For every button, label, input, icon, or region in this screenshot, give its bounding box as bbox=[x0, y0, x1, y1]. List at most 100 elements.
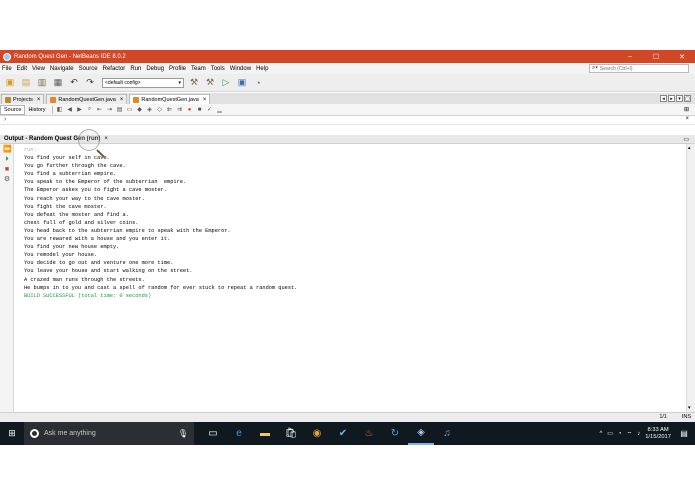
media-app-icon[interactable]: ♫ bbox=[434, 422, 460, 445]
build-hammer-icon[interactable]: ⚒ bbox=[188, 77, 200, 89]
shift-left-icon[interactable]: ⇇ bbox=[166, 106, 174, 114]
menu-refactor[interactable]: Refactor bbox=[103, 66, 126, 72]
comment-icon[interactable]: ✓ bbox=[206, 106, 214, 114]
output-line: He bumps in to you and cast a spell of r… bbox=[24, 284, 298, 291]
stop-macro-icon[interactable]: ■ bbox=[196, 106, 204, 114]
clean-build-icon[interactable]: ⚒ bbox=[204, 77, 216, 89]
menu-navigate[interactable]: Navigate bbox=[50, 66, 74, 72]
menu-edit[interactable]: Edit bbox=[17, 66, 27, 72]
split-editor-icon[interactable]: ⊞ bbox=[684, 106, 689, 113]
close-icon[interactable]: × bbox=[203, 97, 207, 103]
volume-icon[interactable]: ♪ bbox=[637, 431, 640, 437]
redo-icon[interactable]: ↷ bbox=[84, 77, 96, 89]
close-icon[interactable]: × bbox=[685, 116, 689, 122]
new-project-icon[interactable]: ▤ bbox=[20, 77, 32, 89]
close-icon[interactable]: × bbox=[104, 136, 108, 142]
shift-right-icon[interactable]: ⇉ bbox=[176, 106, 184, 114]
undo-icon[interactable]: ↶ bbox=[68, 77, 80, 89]
show-opened-documents-icon[interactable]: ▾ bbox=[676, 95, 683, 102]
chrome-icon[interactable]: ◉ bbox=[304, 422, 330, 445]
last-edit-icon[interactable]: ◧ bbox=[56, 106, 64, 114]
close-icon[interactable]: × bbox=[37, 97, 41, 103]
action-center-icon[interactable]: ▤ bbox=[677, 429, 691, 438]
back-icon[interactable]: ◀ bbox=[66, 106, 74, 114]
new-file-icon[interactable]: ▣ bbox=[4, 77, 16, 89]
find-previous-icon[interactable]: ⇤ bbox=[96, 106, 104, 114]
forward-icon[interactable]: ▶ bbox=[76, 106, 84, 114]
scroll-up-icon[interactable]: ▴ bbox=[688, 145, 691, 151]
wifi-icon[interactable]: ⌔ bbox=[627, 430, 633, 438]
restore-window-icon[interactable]: ▢ bbox=[684, 95, 691, 102]
ide-search-input[interactable] bbox=[599, 65, 680, 72]
output-line: You fight the cave moster. bbox=[24, 203, 107, 210]
task-view-icon[interactable]: ▭ bbox=[200, 422, 226, 445]
menu-team[interactable]: Team bbox=[191, 66, 206, 72]
navigation-bar: › × bbox=[0, 116, 695, 125]
scroll-right-icon[interactable]: ▸ bbox=[668, 95, 675, 102]
minimize-window-icon[interactable]: ▭ bbox=[683, 136, 689, 143]
menu-profile[interactable]: Profile bbox=[169, 66, 186, 72]
next-bookmark-icon[interactable]: ◈ bbox=[146, 106, 154, 114]
menu-debug[interactable]: Debug bbox=[146, 66, 164, 72]
java-app-icon[interactable]: ♨ bbox=[356, 422, 382, 445]
toggle-rectangular-icon[interactable]: ▭ bbox=[126, 106, 134, 114]
close-button[interactable]: ✕ bbox=[669, 50, 695, 63]
ide-search-box[interactable]: ⌕▾ bbox=[589, 64, 689, 73]
insert-mode[interactable]: INS bbox=[682, 414, 691, 420]
network-icon[interactable]: ◔ bbox=[618, 431, 622, 437]
profile-project-icon[interactable]: ◔ bbox=[252, 77, 264, 89]
cortana-search-box[interactable]: Ask me anything 🎙 bbox=[24, 422, 194, 445]
microphone-icon[interactable]: 🎙 bbox=[178, 429, 188, 438]
previous-bookmark-icon[interactable]: ◆ bbox=[136, 106, 144, 114]
chevron-right-icon[interactable]: › bbox=[4, 116, 6, 123]
stop-icon[interactable]: ■ bbox=[3, 166, 11, 174]
refresh-app-icon[interactable]: ↻ bbox=[382, 422, 408, 445]
scroll-down-icon[interactable]: ▾ bbox=[688, 405, 691, 411]
window-title: Random Quest Gen - NetBeans IDE 8.0.2 bbox=[14, 53, 126, 60]
settings-icon[interactable]: ⚙ bbox=[3, 176, 11, 184]
windows-start-icon[interactable]: ⊞ bbox=[0, 422, 24, 445]
tab-randomquestgen-2[interactable]: RandomQuestGen.java × bbox=[129, 94, 211, 104]
output-console[interactable]: run: You find your self in cave. You go … bbox=[14, 144, 681, 412]
history-toggle[interactable]: History bbox=[25, 105, 48, 115]
open-project-icon[interactable]: ▥ bbox=[36, 77, 48, 89]
store-icon[interactable]: 🛍 bbox=[278, 422, 304, 445]
cortana-icon bbox=[30, 429, 39, 438]
tab-randomquestgen-1[interactable]: RandomQuestGen.java × bbox=[46, 94, 128, 104]
output-line: You head back to the subterrian empire t… bbox=[24, 227, 231, 234]
menu-help[interactable]: Help bbox=[256, 66, 268, 72]
minimize-button[interactable]: – bbox=[617, 50, 643, 63]
run-project-icon[interactable]: ▷ bbox=[220, 77, 232, 89]
find-next-icon[interactable]: ⇥ bbox=[106, 106, 114, 114]
separator bbox=[51, 105, 53, 114]
menu-view[interactable]: View bbox=[32, 66, 45, 72]
maximize-button[interactable]: ☐ bbox=[643, 50, 669, 63]
close-icon[interactable]: × bbox=[120, 97, 124, 103]
show-hidden-icons[interactable]: ^ bbox=[599, 431, 602, 437]
uncomment-icon[interactable]: ▁ bbox=[216, 106, 224, 114]
tab-projects[interactable]: Projects × bbox=[1, 94, 45, 104]
rerun-icon[interactable]: ⏩ bbox=[3, 146, 12, 154]
debug-project-icon[interactable]: ▣ bbox=[236, 77, 248, 89]
menu-tools[interactable]: Tools bbox=[211, 66, 225, 72]
start-macro-icon[interactable]: ● bbox=[186, 106, 194, 114]
app-icon[interactable]: ✔ bbox=[330, 422, 356, 445]
menu-run[interactable]: Run bbox=[130, 66, 141, 72]
output-scrollbar[interactable]: ▴ ▾ bbox=[686, 144, 695, 412]
toggle-bookmark-icon[interactable]: ◇ bbox=[156, 106, 164, 114]
save-all-icon[interactable]: ▦ bbox=[52, 77, 64, 89]
file-explorer-icon[interactable]: ▬ bbox=[252, 422, 278, 445]
menu-file[interactable]: File bbox=[2, 66, 12, 72]
menu-source[interactable]: Source bbox=[79, 66, 98, 72]
battery-icon[interactable]: ▭ bbox=[607, 430, 613, 437]
netbeans-taskbar-icon[interactable]: ◈ bbox=[408, 422, 434, 445]
menu-window[interactable]: Window bbox=[230, 66, 251, 72]
configuration-select[interactable]: <default config> ▾ bbox=[102, 77, 184, 88]
rerun-different-params-icon[interactable]: ⏵ bbox=[3, 156, 11, 164]
source-toggle[interactable]: Source bbox=[0, 104, 26, 115]
toggle-highlight-icon[interactable]: ▤ bbox=[116, 106, 124, 114]
edge-browser-icon[interactable]: e bbox=[226, 422, 252, 445]
system-clock[interactable]: 8:33 AM 1/15/2017 bbox=[645, 427, 671, 441]
find-selection-icon[interactable]: ⌕ bbox=[86, 106, 94, 114]
scroll-left-icon[interactable]: ◂ bbox=[660, 95, 667, 102]
